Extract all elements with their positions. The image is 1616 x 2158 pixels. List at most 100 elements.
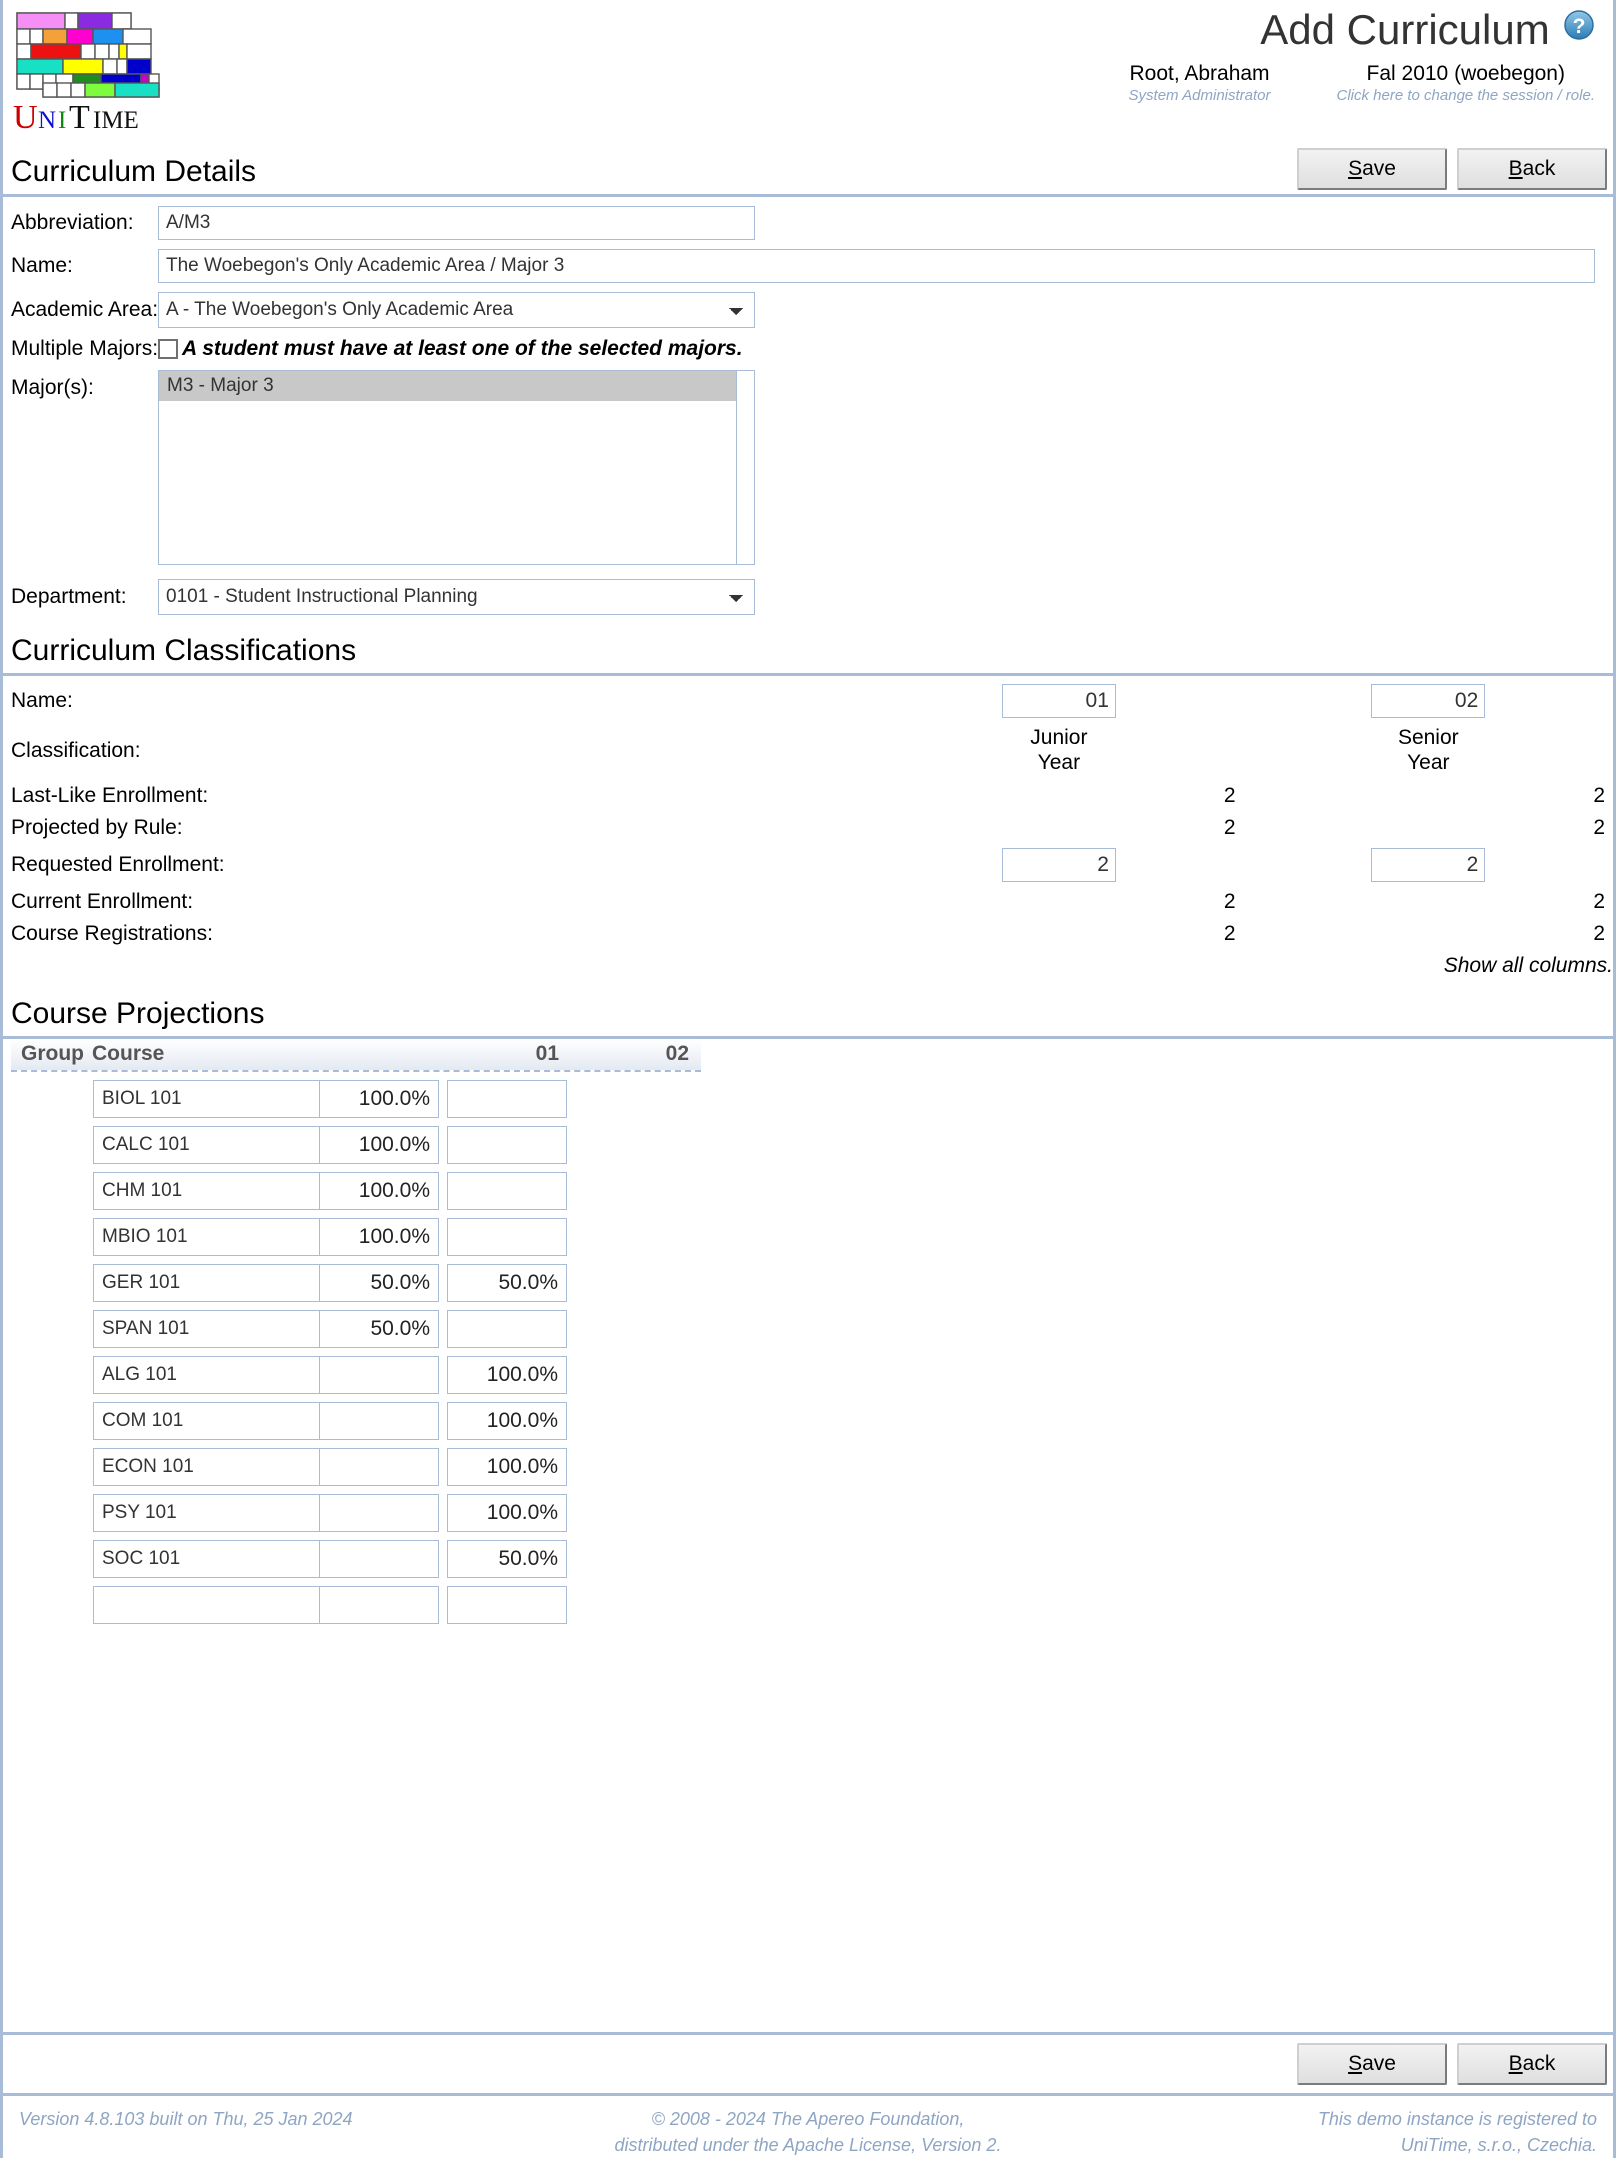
share-input-02[interactable] bbox=[447, 1493, 567, 1532]
share-input-02[interactable] bbox=[447, 1539, 567, 1578]
save-button-top[interactable]: Save bbox=[1297, 148, 1447, 190]
row-label-last-like: Last-Like Enrollment: bbox=[11, 783, 209, 807]
course-registrations-value-02: 2 bbox=[1593, 921, 1605, 945]
row-label-requested: Requested Enrollment: bbox=[11, 852, 225, 876]
footer-registration-line2: UniTime, s.r.o., Czechia. bbox=[1400, 2134, 1597, 2155]
course-field bbox=[93, 1309, 388, 1348]
row-academic-area: Academic Area: A - The Woebegon's Only A… bbox=[11, 292, 1605, 328]
table-row bbox=[11, 1539, 1613, 1578]
col-header-course: Course bbox=[92, 1042, 165, 1066]
show-all-columns-link[interactable]: Show all columns. bbox=[874, 950, 1613, 982]
course-input[interactable] bbox=[93, 1447, 355, 1486]
share-input-01[interactable] bbox=[319, 1309, 439, 1348]
table-row bbox=[11, 1401, 1613, 1440]
requested-enrollment-input-01[interactable] bbox=[1001, 847, 1116, 882]
svg-text:T: T bbox=[69, 100, 90, 136]
course-input[interactable] bbox=[93, 1493, 355, 1532]
course-field bbox=[93, 1217, 388, 1256]
user-role: System Administrator bbox=[1128, 87, 1271, 105]
share-input-01[interactable] bbox=[319, 1171, 439, 1210]
share-input-02[interactable] bbox=[447, 1401, 567, 1440]
row-label-name: Name: bbox=[11, 689, 73, 712]
share-input-01[interactable] bbox=[319, 1447, 439, 1486]
majors-option-selected[interactable]: M3 - Major 3 bbox=[159, 371, 754, 401]
footer-version: Version 4.8.103 built on Thu, 25 Jan 202… bbox=[19, 2108, 353, 2129]
table-row: Classification: Junior Year Senior Year bbox=[3, 722, 1613, 780]
share-input-02[interactable] bbox=[447, 1125, 567, 1164]
course-input[interactable] bbox=[93, 1539, 355, 1578]
course-input[interactable] bbox=[93, 1079, 355, 1118]
share-input-02[interactable] bbox=[447, 1447, 567, 1486]
course-input[interactable] bbox=[93, 1171, 355, 1210]
majors-listbox[interactable]: M3 - Major 3 bbox=[158, 370, 755, 565]
unitime-logo: U N I T IME bbox=[13, 8, 183, 136]
multiple-majors-text: A student must have at least one of the … bbox=[182, 337, 743, 360]
share-input-01[interactable] bbox=[319, 1263, 439, 1302]
department-select[interactable]: 0101 - Student Instructional Planning bbox=[158, 579, 755, 615]
row-label-classification: Classification: bbox=[11, 738, 141, 762]
unitime-logo-grid bbox=[16, 12, 160, 98]
share-input-01[interactable] bbox=[319, 1585, 439, 1624]
table-row: Course Registrations: 2 2 bbox=[3, 918, 1613, 950]
back-button-bottom-label: ack bbox=[1522, 2051, 1556, 2075]
academic-area-select[interactable]: A - The Woebegon's Only Academic Area bbox=[158, 292, 755, 328]
majors-scrollbar[interactable] bbox=[736, 371, 754, 564]
classification-name-input-02[interactable] bbox=[1371, 684, 1486, 718]
row-majors: Major(s): M3 - Major 3 bbox=[11, 370, 1605, 565]
user-block[interactable]: Root, Abraham System Administrator bbox=[1129, 62, 1271, 104]
table-row bbox=[11, 1171, 1613, 1210]
save-button-bottom-label: ave bbox=[1362, 2051, 1396, 2075]
share-input-01[interactable] bbox=[319, 1493, 439, 1532]
curriculum-details-form: Abbreviation: Name: Academic Area: A - T… bbox=[3, 197, 1613, 615]
save-button-bottom[interactable]: Save bbox=[1297, 2042, 1447, 2085]
share-input-02[interactable] bbox=[447, 1355, 567, 1394]
share-input-02[interactable] bbox=[447, 1217, 567, 1256]
course-input[interactable] bbox=[93, 1401, 355, 1440]
share-input-02[interactable] bbox=[447, 1171, 567, 1210]
course-input[interactable] bbox=[93, 1125, 355, 1164]
share-input-02[interactable] bbox=[447, 1585, 567, 1624]
current-enrollment-value-02: 2 bbox=[1593, 889, 1605, 913]
page-title: Add Curriculum bbox=[1260, 6, 1550, 53]
multiple-majors-control: A student must have at least one of the … bbox=[158, 337, 743, 361]
app-page: U N I T IME Add Curriculum ? Root, Abrah… bbox=[0, 0, 1616, 2158]
abbreviation-input[interactable] bbox=[158, 206, 755, 240]
table-row: Name: bbox=[3, 680, 1613, 722]
course-input[interactable] bbox=[93, 1355, 355, 1394]
share-input-01[interactable] bbox=[319, 1539, 439, 1578]
projected-value-01: 2 bbox=[1223, 815, 1236, 839]
share-input-02[interactable] bbox=[447, 1263, 567, 1302]
course-input[interactable] bbox=[93, 1217, 355, 1256]
projected-value-02: 2 bbox=[1593, 815, 1605, 839]
session-block[interactable]: Fal 2010 (woebegon) Click here to change… bbox=[1337, 62, 1595, 104]
share-input-01[interactable] bbox=[319, 1217, 439, 1256]
help-question-icon[interactable]: ? bbox=[1563, 9, 1595, 47]
label-majors: Major(s): bbox=[11, 376, 94, 399]
course-input[interactable] bbox=[93, 1585, 355, 1624]
share-input-02[interactable] bbox=[447, 1309, 567, 1348]
share-input-01[interactable] bbox=[319, 1079, 439, 1118]
back-button-bottom[interactable]: Back bbox=[1457, 2042, 1607, 2085]
course-input[interactable] bbox=[93, 1309, 355, 1348]
back-button-top[interactable]: Back bbox=[1457, 148, 1607, 190]
session-change-hint[interactable]: Click here to change the session / role. bbox=[1337, 87, 1595, 104]
label-name: Name: bbox=[11, 254, 73, 277]
name-input[interactable] bbox=[158, 249, 1595, 283]
row-name: Name: bbox=[11, 249, 1605, 283]
table-row bbox=[11, 1263, 1613, 1302]
course-field bbox=[93, 1493, 388, 1532]
share-input-01[interactable] bbox=[319, 1355, 439, 1394]
requested-enrollment-input-02[interactable] bbox=[1371, 847, 1486, 882]
last-like-value-02: 2 bbox=[1593, 783, 1605, 807]
share-input-01[interactable] bbox=[319, 1401, 439, 1440]
share-input-01[interactable] bbox=[319, 1125, 439, 1164]
row-multiple-majors: Multiple Majors: A student must have at … bbox=[11, 337, 1605, 361]
classification-name-input-01[interactable] bbox=[1001, 684, 1116, 718]
footer-copyright-line2: distributed under the Apache License, Ve… bbox=[614, 2134, 1002, 2155]
multiple-majors-checkbox[interactable] bbox=[158, 339, 178, 359]
course-field bbox=[93, 1585, 388, 1624]
share-input-02[interactable] bbox=[447, 1079, 567, 1118]
row-label-course-reg: Course Registrations: bbox=[11, 921, 213, 945]
course-field bbox=[93, 1447, 388, 1486]
course-input[interactable] bbox=[93, 1263, 355, 1302]
